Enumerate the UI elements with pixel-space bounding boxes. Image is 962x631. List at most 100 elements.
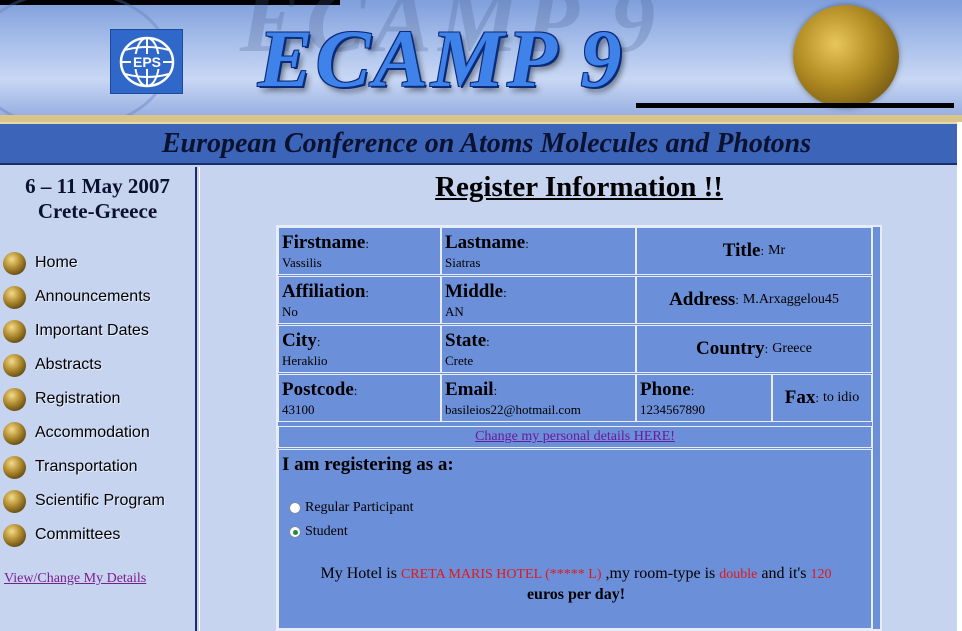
bullet-ball-icon <box>3 387 26 411</box>
eps-logo-text: EPS <box>132 54 160 70</box>
postcode-label: Postcode <box>282 379 354 400</box>
colon: : <box>365 236 369 251</box>
colon: : <box>493 383 498 398</box>
change-personal-details-link[interactable]: Change my personal details HERE! <box>278 426 872 448</box>
firstname-cell: Firstname: Vassilis <box>278 227 441 275</box>
middle-label: Middle <box>445 281 504 302</box>
country-value: Greece <box>772 341 812 356</box>
hotel-prefix: My Hotel is <box>320 565 397 582</box>
sidebar-item-label: Abstracts <box>35 356 102 373</box>
option-student[interactable]: Student <box>289 524 348 540</box>
lastname-label: Lastname <box>445 232 526 253</box>
fax-label: Fax <box>784 387 816 408</box>
sidebar-item-announcements[interactable]: Announcements <box>0 280 195 314</box>
page-title: Register Information !! <box>435 171 723 203</box>
sidebar-item-label: Committees <box>35 526 121 543</box>
email-cell: Email: basileios22@hotmail.com <box>441 374 636 422</box>
affiliation-value: No <box>282 304 298 319</box>
main-content: Register Information !! Firstname: Vassi… <box>199 167 957 631</box>
hotel-name: CRETA MARIS HOTEL (***** L) <box>400 567 602 582</box>
colon: : <box>503 285 507 300</box>
sidebar-item-label: Registration <box>35 390 121 407</box>
sidebar: 6 – 11 May 2007 Crete-Greece Home Announ… <box>0 167 197 631</box>
sidebar-item-label: Accommodation <box>35 424 150 441</box>
firstname-label: Firstname <box>282 232 366 253</box>
lastname-cell: Lastname: Siatras <box>441 227 636 275</box>
bullet-ball-icon <box>3 489 26 513</box>
phone-value: 1234567890 <box>640 402 705 417</box>
title-label: Title <box>722 240 761 261</box>
sidebar-item-accommodation[interactable]: Accommodation <box>0 416 195 450</box>
room-prefix: ,my room-type is <box>605 565 716 582</box>
address-label: Address <box>669 289 736 310</box>
phone-label: Phone <box>640 379 691 400</box>
conference-location: Crete-Greece <box>37 199 158 223</box>
title-value: Mr <box>768 243 786 258</box>
ancient-coin-image <box>793 5 899 108</box>
state-value: Crete <box>445 353 474 368</box>
fax-cell: Fax: to idio <box>772 374 872 422</box>
conference-dates: 6 – 11 May 2007 <box>25 174 170 198</box>
radio-student[interactable] <box>289 526 301 538</box>
colon: : <box>764 341 769 356</box>
sidebar-item-label: Announcements <box>35 288 151 305</box>
email-value: basileios22@hotmail.com <box>445 402 581 417</box>
bullet-ball-icon <box>3 455 26 479</box>
sidebar-nav: Home Announcements Important Dates Abstr… <box>0 246 195 552</box>
sidebar-item-label: Important Dates <box>35 322 149 339</box>
sidebar-item-home[interactable]: Home <box>0 246 195 280</box>
colon: : <box>353 383 358 398</box>
radio-regular-participant[interactable] <box>289 502 301 514</box>
colon: : <box>525 236 529 251</box>
affiliation-label: Affiliation <box>282 281 366 302</box>
room-type: double <box>719 567 758 582</box>
sidebar-item-registration[interactable]: Registration <box>0 382 195 416</box>
colon: : <box>316 334 321 349</box>
sidebar-item-committees[interactable]: Committees <box>0 518 195 552</box>
bullet-ball-icon <box>3 285 26 309</box>
option-label: Regular Participant <box>305 500 414 515</box>
room-price: 120 <box>810 567 832 582</box>
eps-logo-icon[interactable]: EPS <box>110 29 183 94</box>
registering-as-label: I am registering as a: <box>282 454 454 475</box>
email-label: Email <box>445 379 494 400</box>
affiliation-cell: Affiliation: No <box>278 276 441 324</box>
registration-type-section: I am registering as a: Regular Participa… <box>278 449 872 629</box>
address-value: M.Arxaggelou45 <box>742 292 839 307</box>
option-label: Student <box>305 524 348 539</box>
view-change-details-link[interactable]: View/Change My Details <box>4 571 146 587</box>
city-label: City <box>282 330 317 351</box>
colon: : <box>760 243 765 258</box>
fax-value: to idio <box>823 390 860 405</box>
state-label: State <box>445 330 487 351</box>
sidebar-item-label: Transportation <box>35 458 138 475</box>
sidebar-item-scientific-program[interactable]: Scientific Program <box>0 484 195 518</box>
middle-value: AN <box>445 304 464 319</box>
conference-dates-block: 6 – 11 May 2007 Crete-Greece <box>0 174 195 224</box>
hotel-summary: My Hotel is CRETA MARIS HOTEL (***** L) … <box>279 564 873 605</box>
state-cell: State: Crete <box>441 325 636 373</box>
panel-right-edge <box>872 227 880 629</box>
colon: : <box>486 334 490 349</box>
sidebar-item-important-dates[interactable]: Important Dates <box>0 314 195 348</box>
banner-bottom-strip <box>0 115 962 122</box>
firstname-value: Vassilis <box>282 255 322 270</box>
price-prefix: and it's <box>761 565 807 582</box>
option-regular-participant[interactable]: Regular Participant <box>289 500 413 516</box>
phone-cell: Phone: 1234567890 <box>636 374 772 422</box>
sidebar-item-transportation[interactable]: Transportation <box>0 450 195 484</box>
eps-globe-icon: EPS <box>119 36 174 87</box>
sidebar-item-label: Scientific Program <box>35 492 165 509</box>
middle-cell: Middle: AN <box>441 276 636 324</box>
postcode-value: 43100 <box>282 402 315 417</box>
sidebar-item-label: Home <box>35 254 78 271</box>
conference-subtitle: European Conference on Atoms Molecules a… <box>161 127 812 159</box>
title-cell: Title: Mr <box>636 227 872 275</box>
sidebar-item-abstracts[interactable]: Abstracts <box>0 348 195 382</box>
postcode-cell: Postcode: 43100 <box>278 374 441 422</box>
colon: : <box>365 285 370 300</box>
bullet-ball-icon <box>3 523 26 547</box>
price-suffix: euros per day! <box>526 586 626 603</box>
conference-title: ECAMP 9 <box>258 13 625 104</box>
colon: : <box>690 383 695 398</box>
